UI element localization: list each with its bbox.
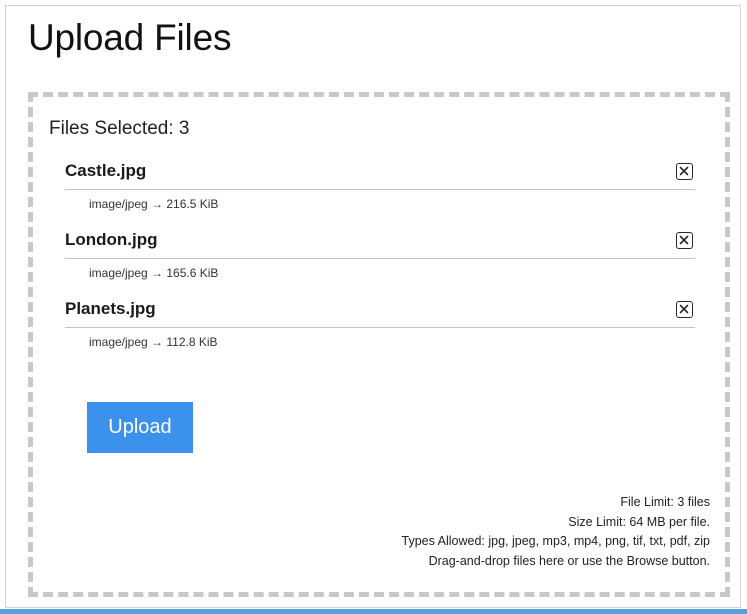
file-name: London.jpg [65,230,158,249]
file-item-header: Castle.jpg [65,153,695,190]
file-item: Planets.jpg image/jpeg → 112.8 KiB [65,291,695,360]
file-item-header: London.jpg [65,222,695,259]
file-name: Castle.jpg [65,161,147,180]
remove-file-button[interactable] [676,301,693,318]
remove-file-button[interactable] [676,163,693,180]
file-item: London.jpg image/jpeg → 165.6 KiB [65,222,695,291]
close-box-icon [679,166,689,176]
upload-panel: Upload Files Files Selected: 3 Castle.jp… [5,5,741,608]
file-limit-text: File Limit: 3 files [620,495,710,509]
file-meta: image/jpeg → 112.8 KiB [89,335,218,349]
file-meta: image/jpeg → 216.5 KiB [89,197,219,211]
remove-file-button[interactable] [676,232,693,249]
upload-button[interactable]: Upload [87,402,193,453]
close-box-icon [679,235,689,245]
size-limit-text: Size Limit: 64 MB per file. [568,514,710,529]
files-selected-count: Files Selected: 3 [49,118,190,139]
file-meta: image/jpeg → 165.6 KiB [89,266,219,280]
file-item: Castle.jpg image/jpeg → 216.5 KiB [65,153,695,222]
file-list: Castle.jpg image/jpeg → 216.5 KiB London… [65,153,695,360]
dropzone-instructions: Drag-and-drop files here or use the Brow… [428,553,710,568]
file-name: Planets.jpg [65,299,156,318]
file-item-header: Planets.jpg [65,291,695,328]
bottom-edge-bar [0,609,747,614]
close-box-icon [679,304,689,314]
file-dropzone[interactable]: Files Selected: 3 Castle.jpg image/jpeg … [28,92,730,597]
upload-limits: File Limit: 3 files Size Limit: 64 MB pe… [402,493,711,571]
types-allowed-text: Types Allowed: jpg, jpeg, mp3, mp4, png,… [401,534,711,548]
page-title: Upload Files [28,17,232,58]
